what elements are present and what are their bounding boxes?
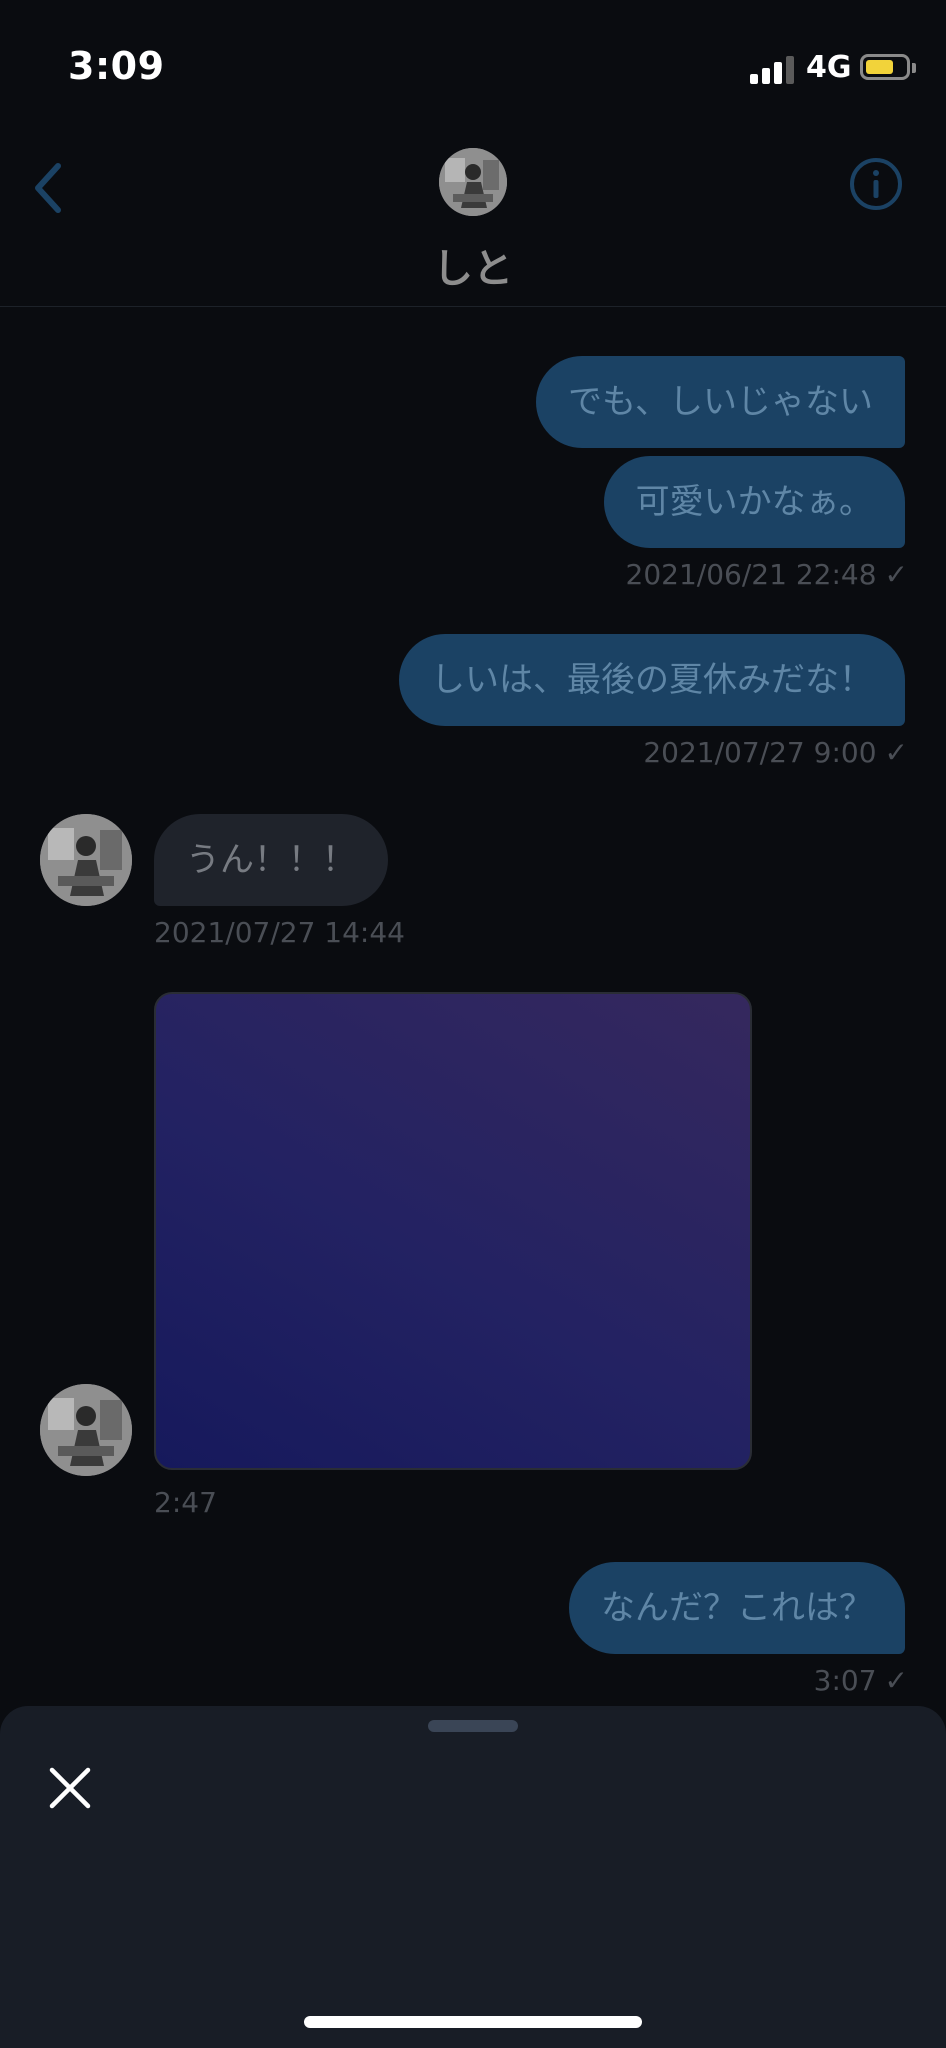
- outgoing-message[interactable]: しいは、最後の夏休みだな！: [399, 634, 905, 726]
- back-button[interactable]: [30, 158, 70, 218]
- outgoing-message[interactable]: なんだ？これは？: [569, 1562, 905, 1654]
- contact-avatar[interactable]: [439, 148, 507, 216]
- read-check-icon: ✓: [884, 1664, 908, 1697]
- contact-name: しと: [433, 246, 513, 292]
- sender-avatar[interactable]: [40, 814, 132, 906]
- home-indicator[interactable]: [304, 2016, 642, 2028]
- read-check-icon: ✓: [884, 558, 908, 591]
- battery-icon: [860, 54, 916, 80]
- status-bar: 3:09 4G: [0, 0, 946, 130]
- image-message[interactable]: [154, 992, 752, 1470]
- signal-icon: [750, 54, 794, 84]
- outgoing-message[interactable]: 可愛いかなぁ。: [603, 456, 905, 548]
- info-circle-icon: [850, 158, 902, 210]
- status-time: 3:09: [68, 44, 165, 88]
- message-timestamp: 2021/06/21 22:48 ✓: [625, 558, 908, 591]
- chat-header: しと: [0, 130, 946, 307]
- message-timestamp: 3:07 ✓: [813, 1664, 908, 1697]
- message-timestamp: 2:47: [154, 1486, 217, 1519]
- sheet-drag-handle[interactable]: [428, 1720, 518, 1732]
- close-button[interactable]: [46, 1764, 94, 1812]
- close-icon: [49, 1767, 91, 1809]
- outgoing-message[interactable]: でも、しいじゃない: [536, 356, 905, 448]
- chevron-left-icon: [35, 163, 61, 213]
- bottom-sheet: [0, 1706, 946, 2048]
- network-label: 4G: [806, 50, 852, 85]
- message-list[interactable]: でも、しいじゃない 可愛いかなぁ。 2021/06/21 22:48 ✓ しいは、…: [0, 306, 946, 1706]
- message-timestamp: 2021/07/27 14:44: [154, 916, 405, 949]
- incoming-message[interactable]: うん！！！: [154, 814, 388, 906]
- info-button[interactable]: [848, 156, 904, 212]
- read-check-icon: ✓: [884, 736, 908, 769]
- sender-avatar[interactable]: [40, 1384, 132, 1476]
- message-timestamp: 2021/07/27 9:00 ✓: [643, 736, 908, 769]
